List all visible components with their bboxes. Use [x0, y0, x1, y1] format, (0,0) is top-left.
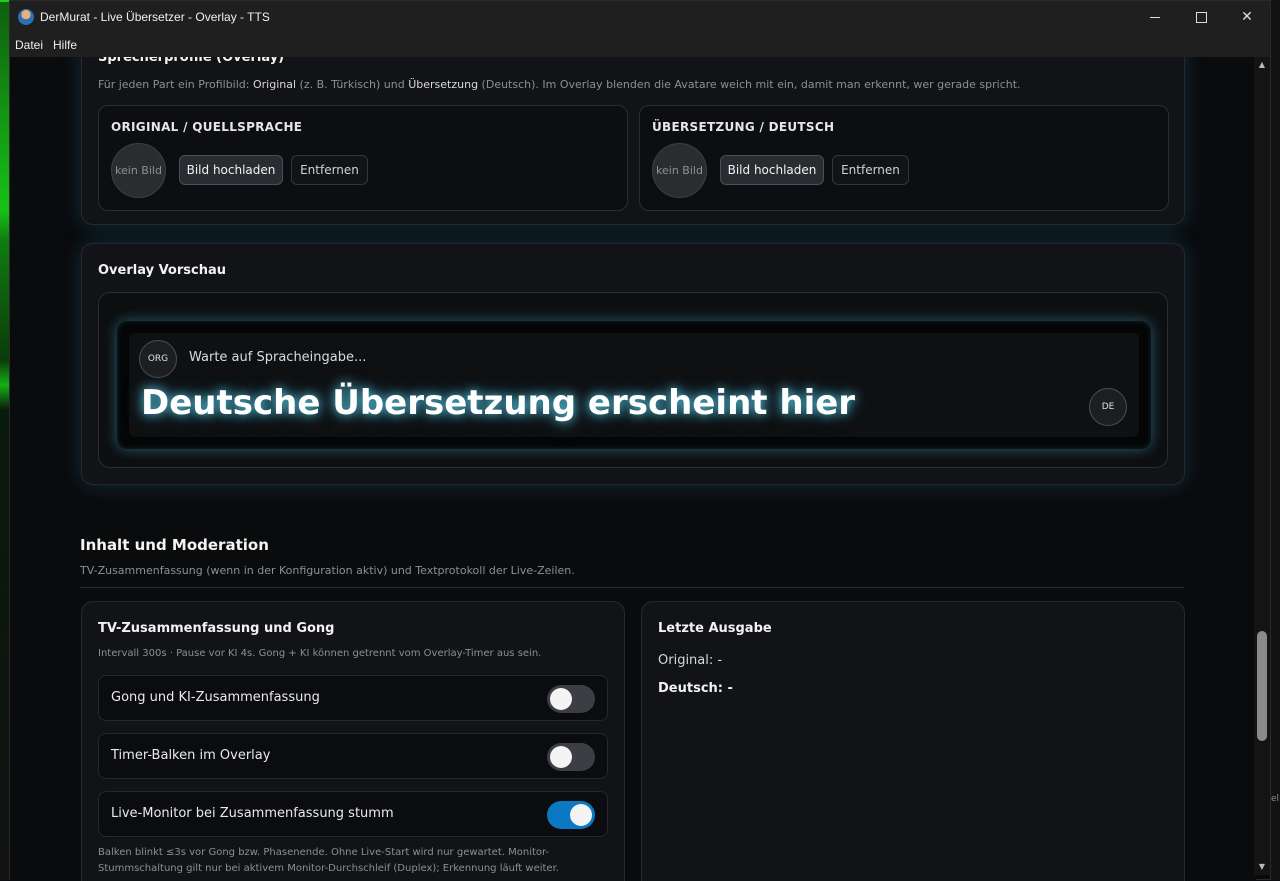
desktop-background-left: [0, 0, 9, 880]
original-avatar: kein Bild: [111, 143, 166, 198]
toggle-row-timer-bar[interactable]: Timer-Balken im Overlay: [98, 733, 608, 779]
last-output-german: Deutsch: -: [658, 681, 733, 696]
original-profile-title: ORIGINAL / QUELLSPRACHE: [111, 120, 303, 134]
section-divider: [80, 587, 1184, 588]
translation-remove-button[interactable]: Entfernen: [832, 155, 909, 185]
overlay-preview-band: ORG Warte auf Spracheingabe... Deutsche …: [129, 333, 1139, 437]
scroll-thumb[interactable]: [1257, 631, 1267, 741]
main-content: Sprecherprofile (Overlay) Für jeden Part…: [10, 57, 1256, 881]
switch-knob: [550, 688, 572, 710]
toggle-row-gong[interactable]: Gong und KI-Zusammenfassung: [98, 675, 608, 721]
toggle-row-monitor-mute[interactable]: Live-Monitor bei Zusammenfassung stumm: [98, 791, 608, 837]
tv-summary-card: TV-Zusammenfassung und Gong Intervall 30…: [81, 601, 625, 881]
toggle-timer-bar-switch[interactable]: [547, 743, 595, 771]
translation-line: Deutsche Übersetzung erscheint hier: [141, 383, 856, 423]
window-controls: ✕: [1132, 1, 1270, 33]
last-output-original: Original: -: [658, 653, 723, 668]
original-remove-button[interactable]: Entfernen: [291, 155, 368, 185]
toggle-gong-label: Gong und KI-Zusammenfassung: [111, 690, 320, 705]
original-upload-button[interactable]: Bild hochladen: [179, 155, 283, 185]
switch-knob: [570, 804, 592, 826]
window-title: DerMurat - Live Übersetzer - Overlay - T…: [40, 10, 270, 24]
original-profile-panel: ORIGINAL / QUELLSPRACHE kein Bild Bild h…: [98, 105, 628, 211]
speaker-profiles-card: Sprecherprofile (Overlay) Für jeden Part…: [81, 57, 1185, 225]
app-icon: [18, 9, 34, 25]
background-window-edge-text: el: [1270, 794, 1279, 804]
close-button[interactable]: ✕: [1224, 1, 1270, 33]
german-speaker-badge: DE: [1089, 388, 1127, 426]
overlay-preview-frame: ORG Warte auf Spracheingabe... Deutsche …: [98, 292, 1168, 468]
toggle-monitor-mute-label: Live-Monitor bei Zusammenfassung stumm: [111, 806, 394, 821]
overlay-preview-card: Overlay Vorschau ORG Warte auf Sprachein…: [81, 243, 1185, 485]
moderation-section-subtitle: TV-Zusammenfassung (wenn in der Konfigur…: [80, 564, 575, 577]
app-window: DerMurat - Live Übersetzer - Overlay - T…: [9, 0, 1271, 881]
overlay-preview-title: Overlay Vorschau: [98, 263, 227, 278]
menu-bar: Datei Hilfe: [10, 33, 1270, 57]
toggle-gong-switch[interactable]: [547, 685, 595, 713]
last-output-title: Letzte Ausgabe: [658, 621, 772, 636]
maximize-button[interactable]: [1178, 1, 1224, 33]
translation-avatar: kein Bild: [652, 143, 707, 198]
switch-knob: [550, 746, 572, 768]
overlay-preview-box: ORG Warte auf Spracheingabe... Deutsche …: [117, 321, 1151, 449]
tv-summary-title: TV-Zusammenfassung und Gong: [98, 621, 335, 636]
menu-hilfe[interactable]: Hilfe: [48, 38, 82, 52]
translation-upload-button[interactable]: Bild hochladen: [720, 155, 824, 185]
menu-datei[interactable]: Datei: [10, 38, 48, 52]
moderation-section-title: Inhalt und Moderation: [80, 536, 269, 554]
tv-summary-footnote: Balken blinkt ≤3s vor Gong bzw. Phasenen…: [98, 847, 559, 874]
desktop-background-right: [1270, 0, 1280, 880]
translation-profile-panel: ÜBERSETZUNG / DEUTSCH kein Bild Bild hoc…: [639, 105, 1169, 211]
scroll-up-arrow[interactable]: ▲: [1254, 57, 1270, 73]
translation-profile-title: ÜBERSETZUNG / DEUTSCH: [652, 120, 835, 134]
last-output-card: Letzte Ausgabe Original: - Deutsch: -: [641, 601, 1185, 881]
vertical-scrollbar[interactable]: ▲ ▼: [1254, 57, 1270, 875]
original-speaker-badge: ORG: [139, 340, 177, 378]
title-bar[interactable]: DerMurat - Live Übersetzer - Overlay - T…: [10, 1, 1270, 33]
toggle-timer-bar-label: Timer-Balken im Overlay: [111, 748, 271, 763]
toggle-monitor-mute-switch[interactable]: [547, 801, 595, 829]
minimize-button[interactable]: [1132, 1, 1178, 33]
waiting-text: Warte auf Spracheingabe...: [189, 350, 367, 365]
scroll-down-arrow[interactable]: ▼: [1254, 859, 1270, 875]
speaker-profiles-title: Sprecherprofile (Overlay): [98, 57, 285, 65]
tv-summary-hint: Intervall 300s · Pause vor KI 4s. Gong +…: [98, 648, 542, 659]
speaker-profiles-hint: Für jeden Part ein Profilbild: Original …: [98, 78, 1021, 91]
